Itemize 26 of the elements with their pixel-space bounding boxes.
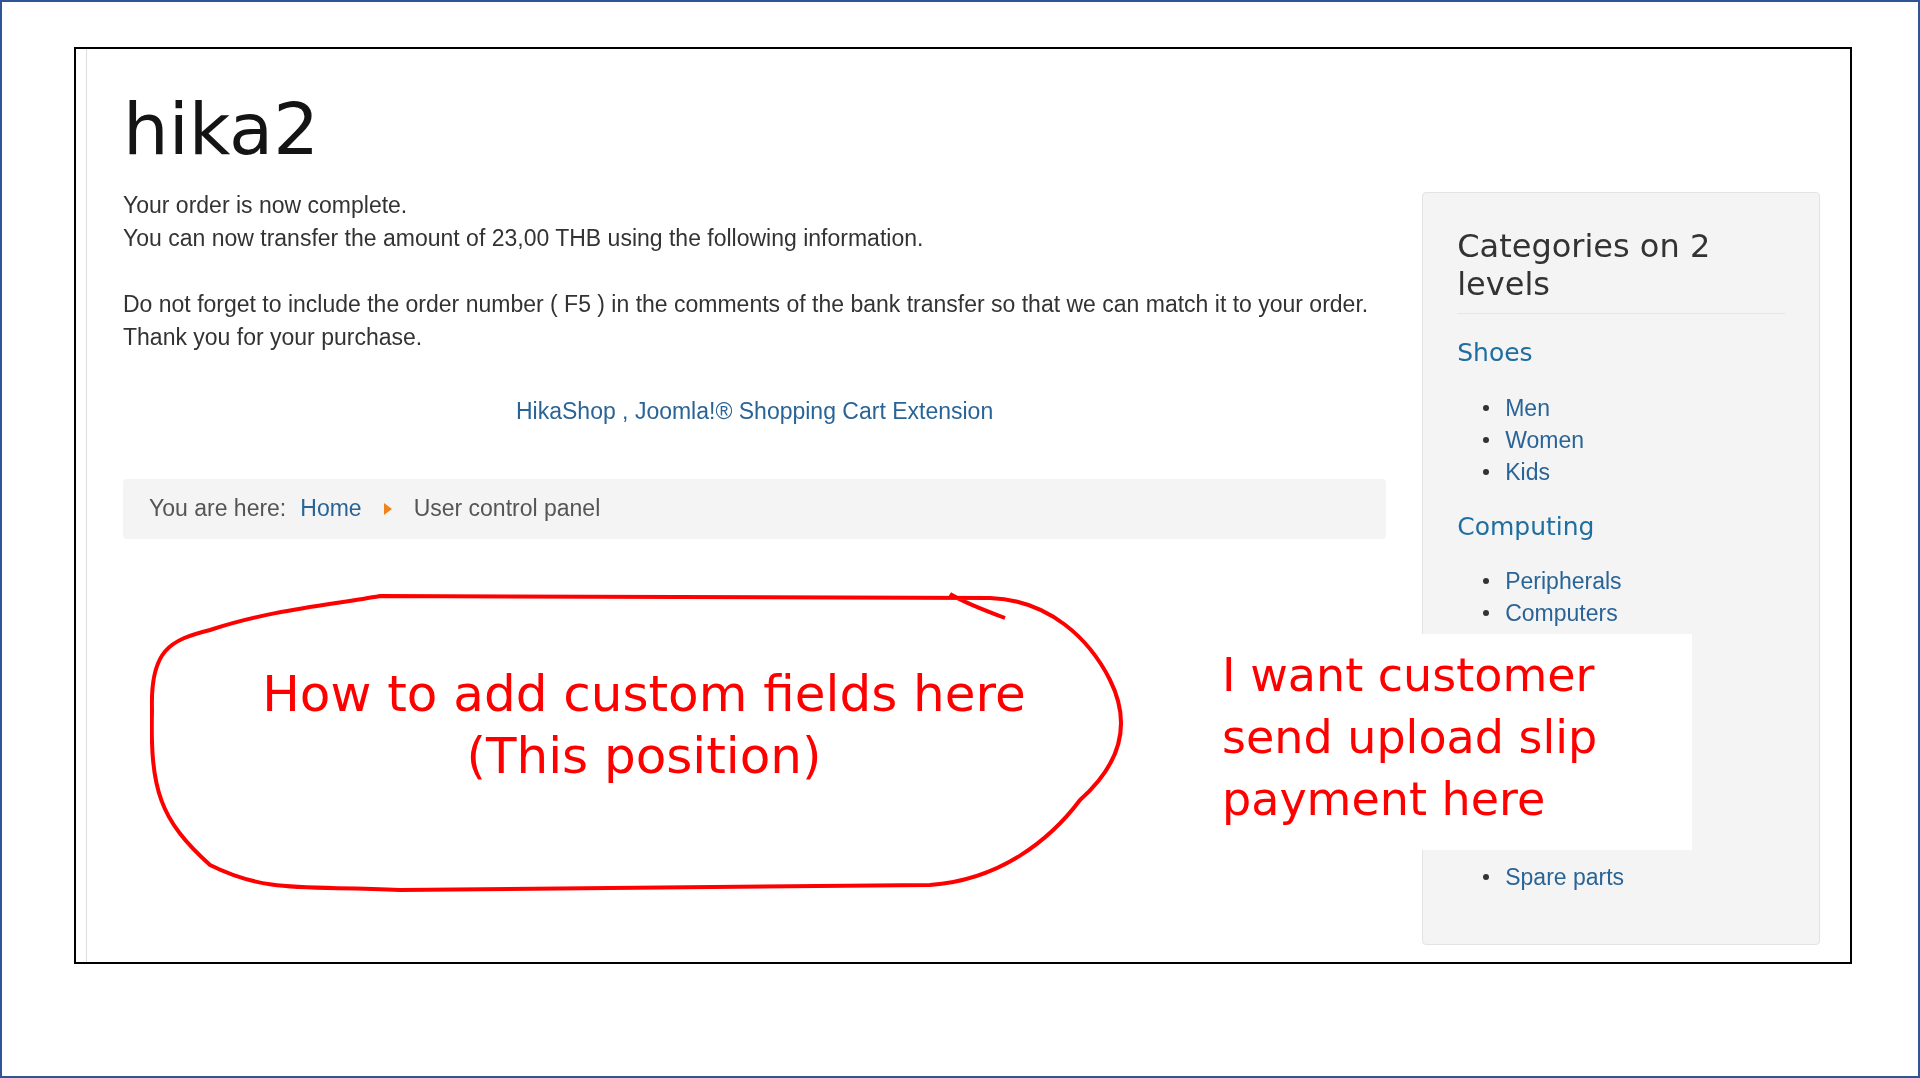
breadcrumb-current: User control panel	[413, 494, 601, 524]
bullet-icon	[1483, 578, 1490, 584]
order-message-text: You can now transfer the amount of 23,00 THB using the following information.	[123, 224, 925, 253]
footer-link[interactable]: HikaShop , Joomla!® Shopping Cart Extension	[516, 394, 994, 429]
category-heading[interactable]: Shoes	[1457, 334, 1785, 372]
sidebar-title: Categories on 2 levels	[1457, 227, 1785, 314]
bullet-icon	[1483, 874, 1490, 880]
category-link[interactable]: Men	[1505, 391, 1550, 424]
caret-icon	[383, 502, 392, 515]
bullet-icon	[1483, 404, 1490, 411]
bullet-icon	[1483, 610, 1490, 616]
category-link[interactable]: Spare parts	[1505, 861, 1625, 893]
site-title: hika2	[123, 86, 319, 173]
category-link[interactable]: Kids	[1505, 455, 1550, 488]
category-link[interactable]: Computers	[1505, 597, 1618, 629]
order-message-text: Your order is now complete.	[123, 191, 409, 220]
category-link[interactable]: Peripherals	[1505, 565, 1622, 597]
bullet-icon	[1483, 468, 1490, 475]
breadcrumb-label: You are here:	[149, 494, 287, 524]
bullet-icon	[1483, 436, 1490, 443]
category-link[interactable]: Women	[1505, 423, 1585, 456]
annotation-text: How to add custom fields here (This position)	[262, 664, 1026, 787]
breadcrumb-link[interactable]: Home	[300, 491, 362, 526]
order-message-text: Thank you for your purchase.	[123, 323, 424, 352]
category-heading[interactable]: Computing	[1457, 507, 1785, 545]
order-message-text: Do not forget to include the order number ( F5 ) in the comments of the bank transfer so that we can match it to your order.	[123, 290, 1370, 319]
